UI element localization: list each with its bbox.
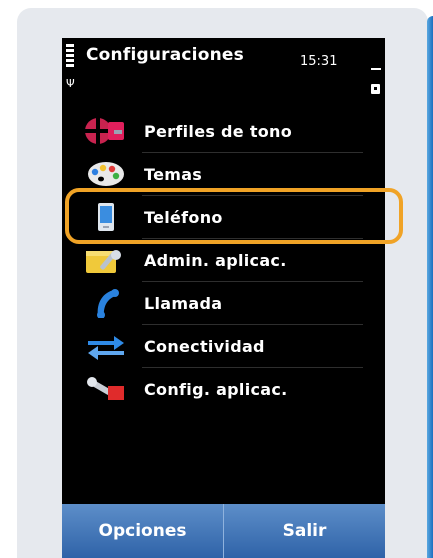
menu-item-label: Config. aplicac.	[144, 380, 288, 399]
options-button[interactable]: Opciones	[62, 504, 224, 558]
app-manager-icon	[84, 245, 128, 275]
menu-item-llamada[interactable]: Llamada	[62, 282, 385, 325]
profiles-icon	[84, 116, 128, 146]
phone-device-icon	[84, 202, 128, 232]
palette-icon	[84, 159, 128, 189]
menu-item-perfiles-de-tono[interactable]: Perfiles de tono	[62, 110, 385, 153]
connectivity-arrows-icon	[84, 331, 128, 361]
app-settings-tools-icon	[84, 374, 128, 404]
phone-screen: Ψ Configuraciones 15:31 Perfiles de tono	[62, 38, 385, 558]
frame-edge-accent	[427, 16, 433, 558]
menu-item-label: Temas	[144, 165, 203, 184]
status-bar: Ψ Configuraciones 15:31	[62, 38, 385, 98]
menu-item-label: Admin. aplicac.	[144, 251, 287, 270]
page-title: Configuraciones	[86, 45, 244, 65]
settings-menu-list: Perfiles de tono Temas Teléfono Admin. a…	[62, 110, 385, 411]
menu-item-label: Conectividad	[144, 337, 265, 356]
exit-button[interactable]: Salir	[224, 504, 385, 558]
menu-item-admin-aplicac[interactable]: Admin. aplicac.	[62, 239, 385, 282]
menu-item-label: Perfiles de tono	[144, 122, 293, 141]
menu-item-label: Llamada	[144, 294, 223, 313]
menu-item-temas[interactable]: Temas	[62, 153, 385, 196]
clock: 15:31	[300, 54, 338, 69]
menu-item-label: Teléfono	[144, 208, 223, 227]
menu-item-config-aplicac[interactable]: Config. aplicac.	[62, 368, 385, 411]
menu-item-conectividad[interactable]: Conectividad	[62, 325, 385, 368]
signal-strength-icon	[66, 44, 74, 72]
menu-item-telefono[interactable]: Teléfono	[62, 196, 385, 239]
battery-icon	[370, 68, 382, 98]
antenna-icon: Ψ	[66, 77, 75, 90]
call-handset-icon	[84, 288, 128, 319]
softkey-bar: Opciones Salir	[62, 504, 385, 558]
